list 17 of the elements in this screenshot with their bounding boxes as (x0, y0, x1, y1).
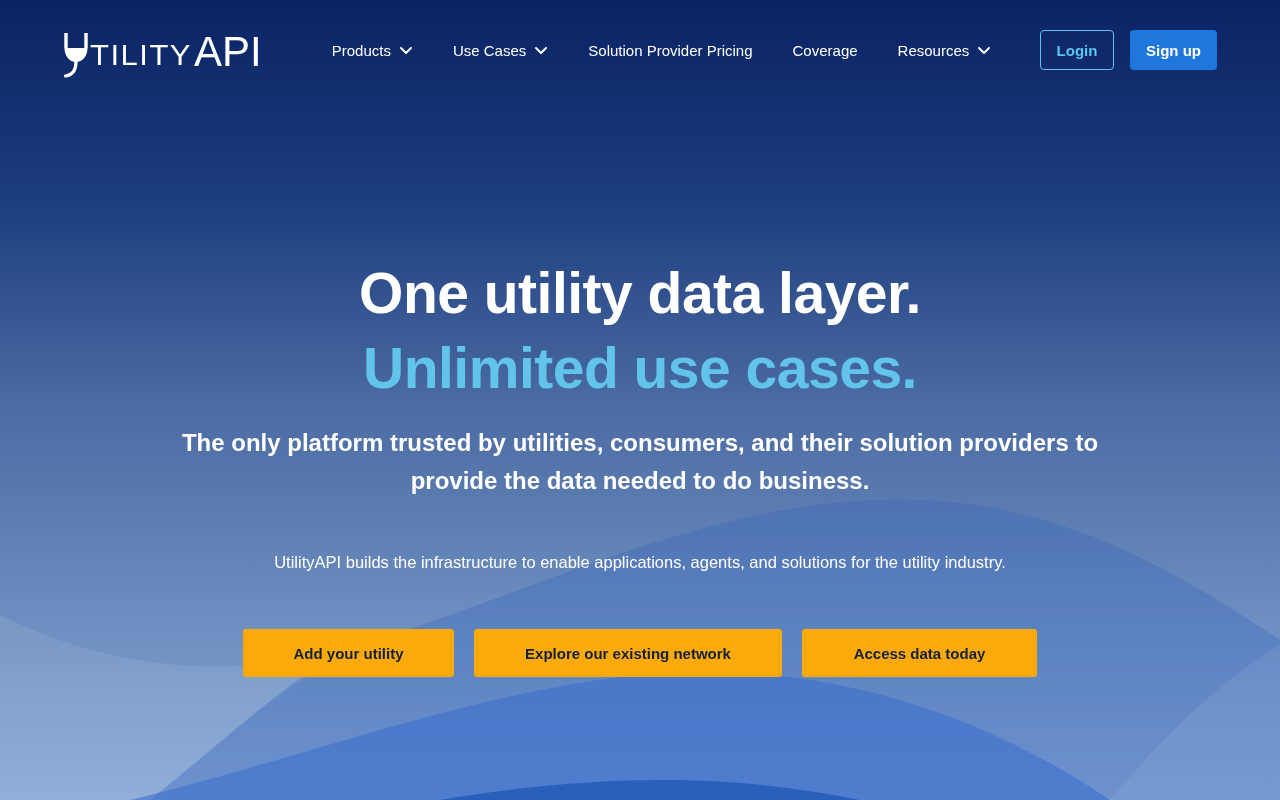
logo-text: API (194, 35, 262, 68)
cta-button[interactable]: Explore our existing network (474, 629, 782, 677)
cta-button[interactable]: Access data today (802, 629, 1037, 677)
nav-link[interactable]: Resources (897, 35, 992, 65)
logo-text: TILITY (90, 42, 192, 68)
hero-description: UtilityAPI builds the infrastructure to enable applications, agents, and solutions for the utility industry. (274, 552, 1006, 573)
login-button[interactable]: Login (1040, 30, 1114, 70)
nav-link[interactable]: Products (331, 35, 413, 65)
hero-heading-accent: Unlimited use cases. (363, 335, 917, 402)
nav-link[interactable]: Use Cases (452, 35, 549, 65)
hero-subtitle: The only platform trusted by utilities, consumers, and their solution providers to provide the data needed to do business. (180, 428, 1100, 496)
signup-button[interactable]: Sign up (1130, 30, 1217, 70)
nav-link[interactable]: Coverage (792, 35, 858, 65)
nav-link[interactable]: Solution Provider Pricing (588, 35, 753, 65)
cta-button[interactable]: Add your utility (243, 629, 454, 677)
hero-heading: One utility data layer. (359, 260, 921, 327)
plug-icon (64, 33, 88, 78)
